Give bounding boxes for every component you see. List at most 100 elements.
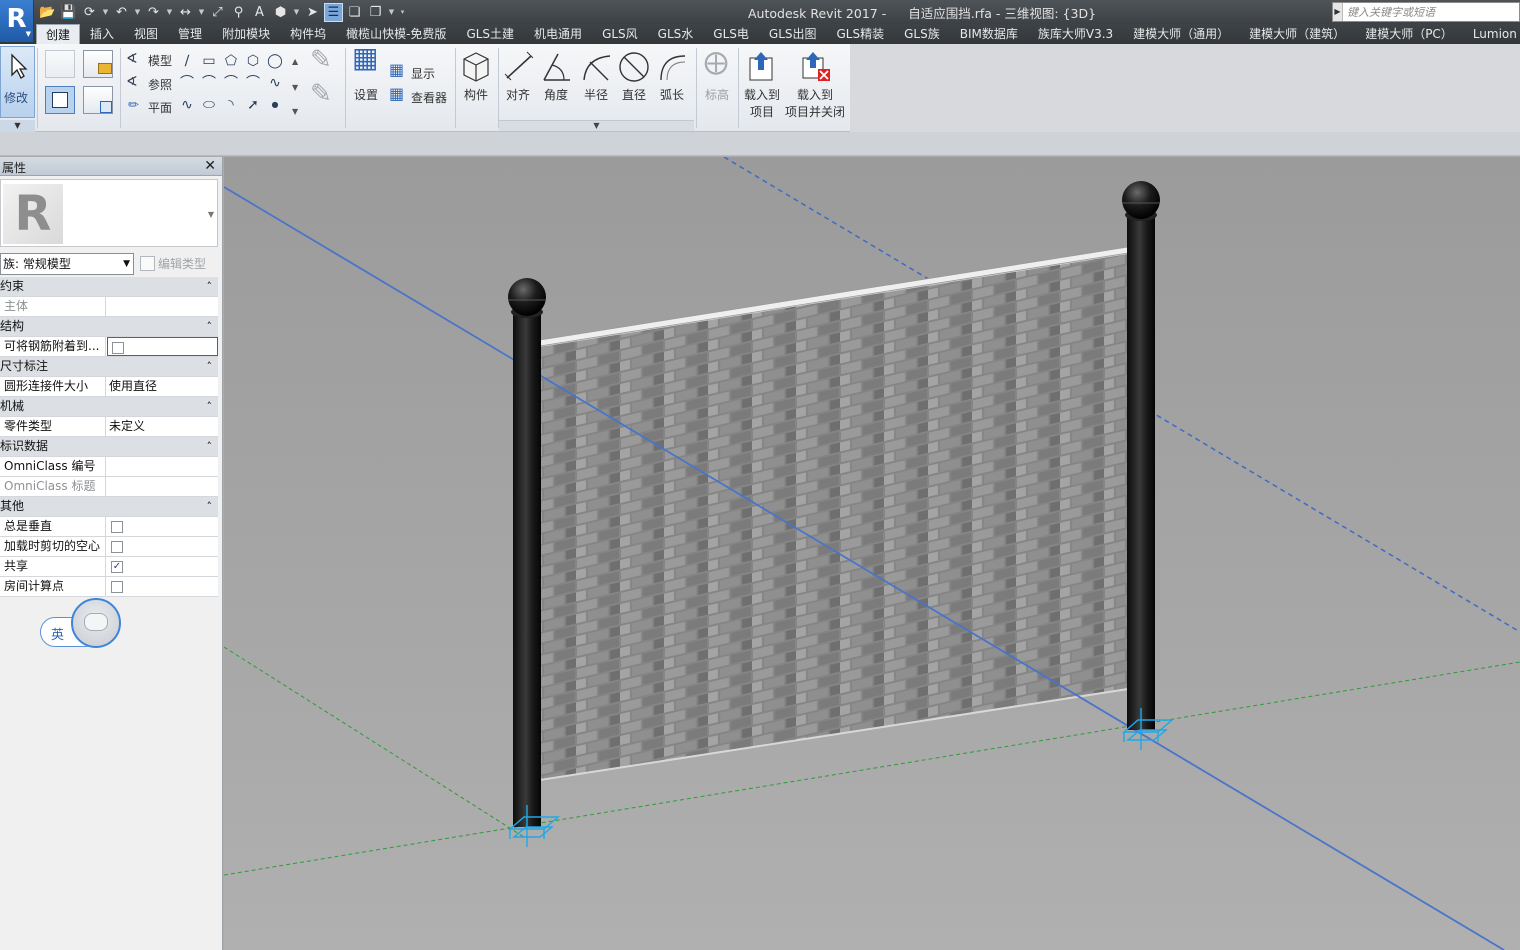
- property-value[interactable]: [107, 337, 218, 356]
- dimension-panel-expander[interactable]: ▼: [499, 120, 694, 131]
- right-post-cap[interactable]: [1122, 181, 1160, 219]
- load-family-icon[interactable]: [83, 50, 113, 78]
- undo-icon[interactable]: ↶: [112, 3, 131, 22]
- close-hidden-windows-icon[interactable]: ❏: [345, 3, 364, 22]
- property-value[interactable]: [107, 517, 218, 536]
- checkbox-unchecked[interactable]: [111, 581, 123, 593]
- property-value[interactable]: 未定义: [107, 417, 218, 436]
- arc-length-dimension-icon[interactable]: [655, 50, 689, 84]
- property-value[interactable]: ✓: [107, 557, 218, 576]
- partial-ellipse-icon[interactable]: ◝: [222, 96, 240, 114]
- default-3d-view-icon[interactable]: ⬢: [271, 3, 290, 22]
- property-group-header[interactable]: 约束 ˄: [0, 277, 218, 297]
- type-selector[interactable]: R ▼: [0, 179, 218, 247]
- sync-icon[interactable]: ⟳: [80, 3, 99, 22]
- ellipse-icon[interactable]: ⬭: [200, 96, 218, 114]
- properties-header[interactable]: 属性 ✕: [0, 157, 222, 176]
- viewer-icon[interactable]: ▦: [389, 86, 404, 102]
- load-into-project-icon[interactable]: [746, 50, 776, 82]
- point-element-icon[interactable]: ●: [266, 96, 284, 114]
- switch-windows-icon[interactable]: ❐: [366, 3, 385, 22]
- tab-2[interactable]: 视图: [124, 24, 168, 44]
- load-into-project-label-2[interactable]: 项目: [750, 103, 774, 120]
- chevron-down-icon[interactable]: ▼: [292, 3, 301, 22]
- circumscribed-polygon-icon[interactable]: ⬡: [244, 52, 262, 70]
- open-icon[interactable]: 📂: [38, 3, 57, 22]
- checkbox-unchecked[interactable]: [111, 521, 123, 533]
- collapse-chevron-icon[interactable]: ˄: [207, 277, 213, 296]
- right-post[interactable]: [1127, 215, 1155, 730]
- measure-icon[interactable]: ↔: [176, 3, 195, 22]
- line-icon[interactable]: ∕: [178, 52, 196, 70]
- checkbox-unchecked[interactable]: [112, 342, 124, 354]
- tab-4[interactable]: 附加模块: [212, 24, 280, 44]
- spline-icon[interactable]: ∿: [266, 74, 284, 92]
- viewer-label[interactable]: 查看器: [411, 89, 447, 106]
- tab-19[interactable]: 建模大师（PC）: [1355, 24, 1463, 44]
- section-icon[interactable]: ➤: [303, 3, 322, 22]
- inscribed-polygon-icon[interactable]: ⬠: [222, 52, 240, 70]
- property-value[interactable]: [107, 477, 218, 496]
- property-group-header[interactable]: 机械 ˄: [0, 397, 218, 417]
- family-types-icon[interactable]: [45, 86, 75, 114]
- tab-15[interactable]: BIM数据库: [950, 24, 1028, 44]
- tab-17[interactable]: 建模大师（通用）: [1123, 24, 1239, 44]
- rectangle-icon[interactable]: ▭: [200, 52, 218, 70]
- family-category-icon[interactable]: [45, 50, 75, 78]
- set-label[interactable]: 设置: [354, 86, 378, 103]
- component-icon[interactable]: [460, 49, 492, 83]
- tab-14[interactable]: GLS族: [894, 24, 950, 44]
- reference-line-label[interactable]: 参照: [148, 76, 172, 93]
- diameter-dimension-icon[interactable]: [617, 50, 651, 84]
- left-post-cap[interactable]: [508, 278, 546, 316]
- load-and-close-label-2[interactable]: 项目并关闭: [785, 103, 845, 120]
- form-icon[interactable]: [83, 86, 113, 114]
- spline-through-points-icon[interactable]: ∿: [178, 96, 196, 114]
- tangent-arc-icon[interactable]: ⌒: [222, 74, 240, 92]
- tab-1[interactable]: 插入: [80, 24, 124, 44]
- tab-16[interactable]: 族库大师V3.3: [1028, 24, 1123, 44]
- align-label[interactable]: 对齐: [506, 86, 530, 103]
- collapse-chevron-icon[interactable]: ˄: [207, 357, 213, 376]
- search-expand-icon[interactable]: ▶: [1333, 3, 1343, 21]
- load-and-close-icon[interactable]: [799, 50, 831, 82]
- application-menu-button[interactable]: R ▼: [0, 0, 34, 42]
- tab-7[interactable]: GLS土建: [456, 24, 524, 44]
- property-value[interactable]: 使用直径: [107, 377, 218, 396]
- tab-18[interactable]: 建模大师（建筑）: [1239, 24, 1355, 44]
- circle-icon[interactable]: ◯: [266, 52, 284, 70]
- chevron-down-icon[interactable]: ▼: [387, 3, 396, 22]
- reference-plane-icon[interactable]: ✏: [128, 98, 139, 114]
- tab-12[interactable]: GLS出图: [759, 24, 827, 44]
- 3d-view-canvas[interactable]: [224, 157, 1520, 950]
- reference-plane-green-1[interactable]: [224, 646, 525, 838]
- chevron-down-icon[interactable]: ▼: [165, 3, 174, 22]
- tag-icon[interactable]: ⚲: [229, 3, 248, 22]
- scroll-down-icon[interactable]: ▼: [292, 80, 298, 96]
- radial-label[interactable]: 半径: [584, 86, 608, 103]
- tab-3[interactable]: 管理: [168, 24, 212, 44]
- property-group-header[interactable]: 结构 ˄: [0, 317, 218, 337]
- tab-0[interactable]: 创建: [36, 24, 81, 44]
- family-filter-select[interactable]: 族: 常规模型 ▼: [0, 253, 134, 275]
- property-value[interactable]: [107, 457, 218, 476]
- center-ends-arc-icon[interactable]: ⌒: [200, 74, 218, 92]
- search-input[interactable]: [1343, 3, 1513, 21]
- ime-avatar-icon[interactable]: [71, 598, 121, 648]
- reference-line-icon[interactable]: ∢: [126, 74, 138, 90]
- fillet-arc-icon[interactable]: ⌒: [244, 74, 262, 92]
- chevron-down-icon[interactable]: ▼: [133, 3, 142, 22]
- angular-dimension-icon[interactable]: [540, 50, 574, 84]
- tab-8[interactable]: 机电通用: [524, 24, 592, 44]
- property-value[interactable]: [107, 297, 218, 316]
- expand-gallery-icon[interactable]: ▼: [292, 104, 298, 120]
- tab-9[interactable]: GLS风: [592, 24, 648, 44]
- close-icon[interactable]: ✕: [204, 157, 216, 176]
- select-panel-dropdown[interactable]: ▼: [0, 120, 35, 132]
- diameter-label[interactable]: 直径: [622, 86, 646, 103]
- reference-plane-label[interactable]: 平面: [148, 99, 172, 116]
- arc-length-label[interactable]: 弧长: [660, 86, 684, 103]
- collapse-chevron-icon[interactable]: ˄: [207, 397, 213, 416]
- text-icon[interactable]: A: [250, 3, 269, 22]
- model-line-label[interactable]: 模型: [148, 52, 172, 69]
